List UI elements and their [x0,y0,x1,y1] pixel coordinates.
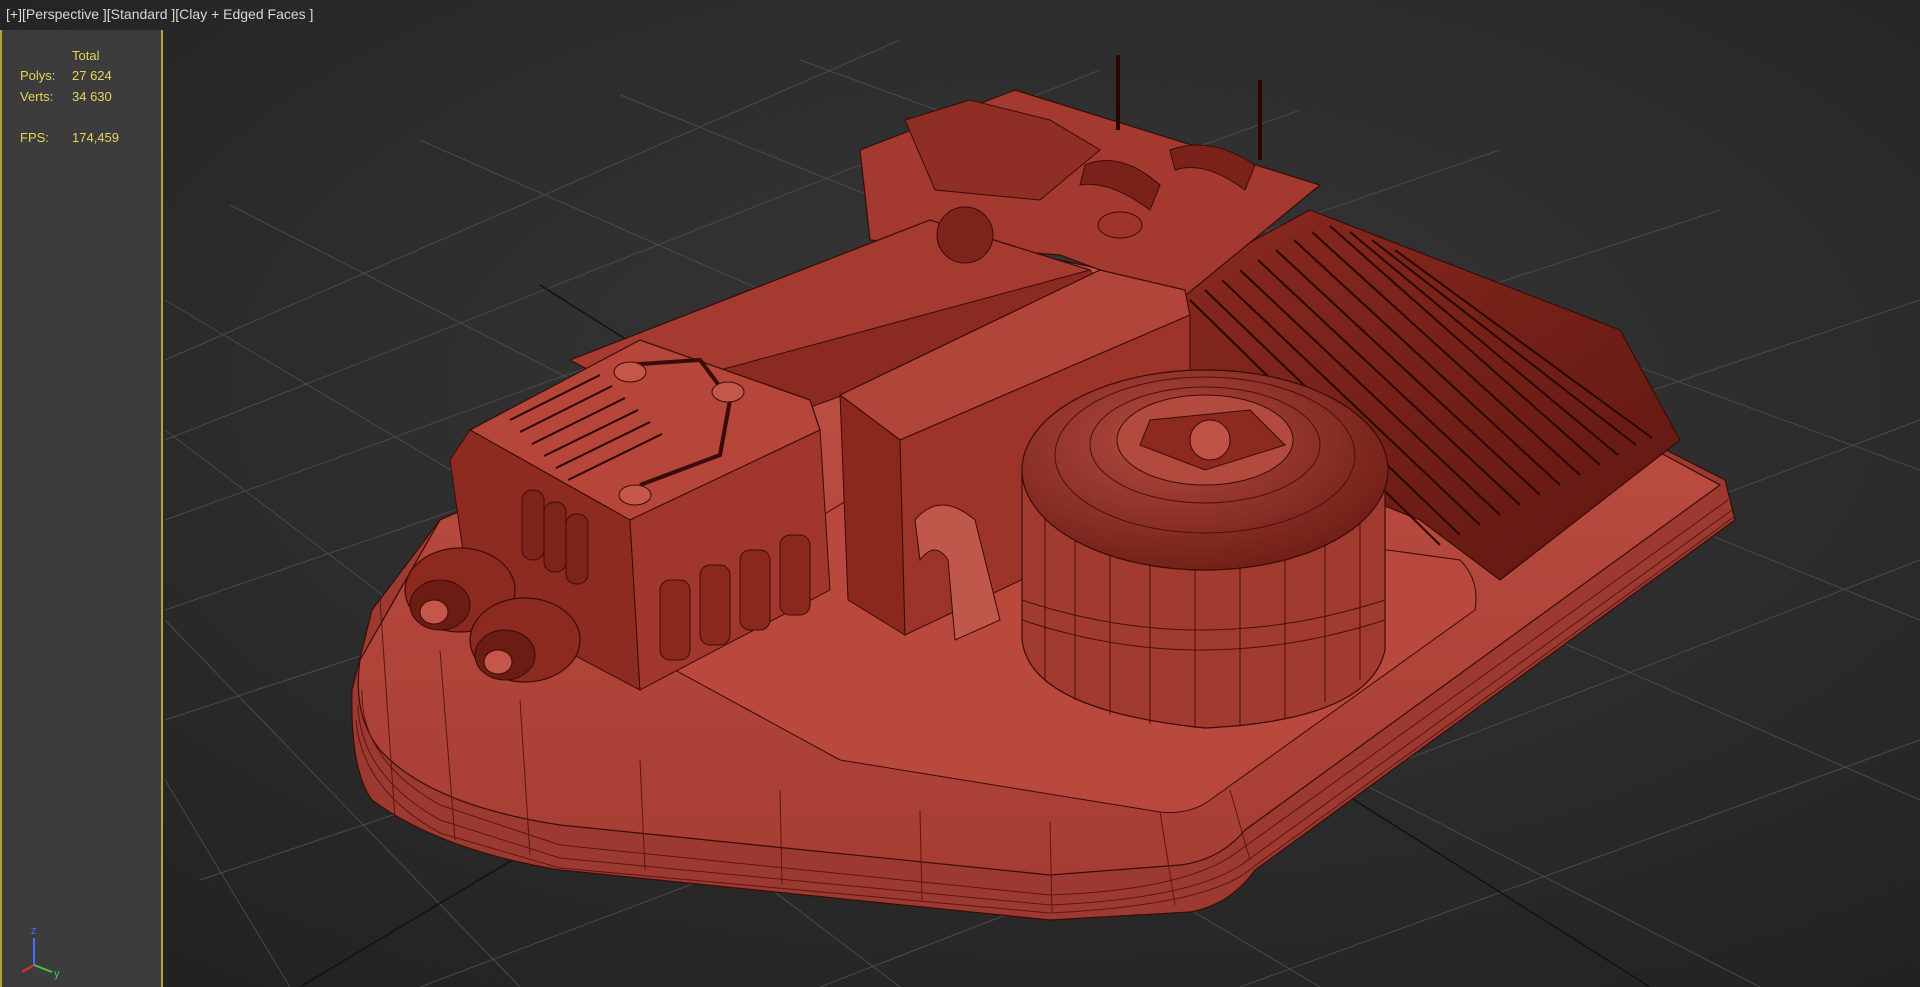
fps-value: 174,459 [72,130,119,145]
scene-3d-model[interactable] [0,0,1920,987]
rear-hatch [1097,211,1143,239]
perspective-viewport[interactable]: [+][Perspective ][Standard ][Clay + Edge… [0,0,1920,987]
verts-label: Verts: [20,89,54,104]
statistics-panel: Total Polys: 27 624 Verts: 34 630 FPS: 1… [0,30,163,987]
middle-turret [936,206,994,264]
dome-hatch-knob [1189,419,1231,461]
thruster-right [469,597,581,683]
polys-label: Polys: [20,68,56,83]
viewport-display-mode-menu[interactable]: [Clay + Edged Faces ] [175,6,313,22]
polys-value: 27 624 [72,68,112,83]
axis-y-label: y [54,968,60,980]
viewport-menu-plus[interactable]: [+] [6,6,22,22]
stats-header: Total [72,48,100,63]
viewport-label: [+][Perspective ][Standard ][Clay + Edge… [6,6,313,22]
viewport-view-menu[interactable]: [Perspective ] [22,6,107,22]
axis-gizmo: z y [21,925,60,980]
viewport-shading-menu[interactable]: [Standard ] [107,6,176,22]
axis-x-line [21,964,35,973]
axis-y-line [33,964,53,973]
fps-label: FPS: [20,130,49,145]
verts-value: 34 630 [72,89,112,104]
axis-z-label: z [31,925,37,937]
